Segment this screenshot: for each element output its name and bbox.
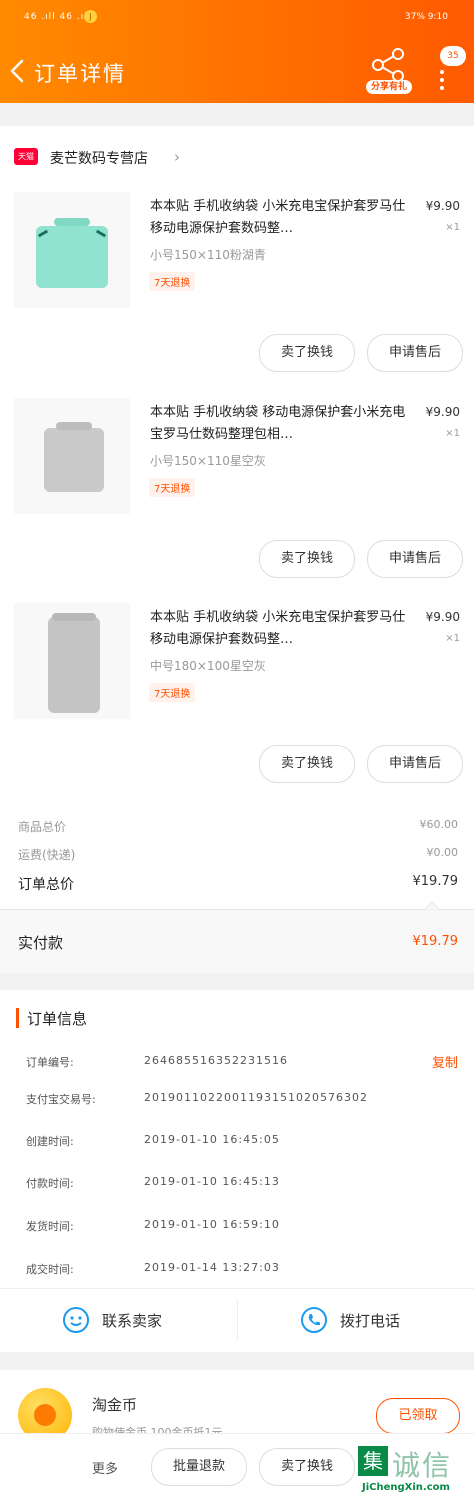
product-title[interactable]: 本本贴 手机收纳袋 小米充电宝保护套罗马仕移动电源保护套数码整… — [150, 196, 414, 240]
product-quantity: ×1 — [445, 222, 460, 233]
caret-up-icon — [424, 901, 440, 910]
message-badge: 35 — [440, 46, 466, 66]
paid-label: 实付款 — [18, 934, 64, 952]
phone-icon — [301, 1307, 327, 1333]
coin-title: 淘金币 — [92, 1396, 138, 1414]
info-key: 订单编号: — [26, 1056, 74, 1069]
contact-seller-label: 联系卖家 — [102, 1312, 163, 1330]
more-actions-button[interactable]: 更多 — [92, 1458, 118, 1477]
order-total-label: 订单总价 — [18, 877, 74, 893]
tmall-logo: 天猫 — [14, 148, 38, 165]
info-key: 创建时间: — [26, 1135, 74, 1148]
app-notification-icon: J — [84, 10, 97, 23]
product-image[interactable] — [14, 398, 130, 514]
call-phone-button[interactable]: 拨打电话 — [238, 1288, 474, 1352]
product-title[interactable]: 本本贴 手机收纳袋 移动电源保护套小米充电宝罗马仕数码整理包相… — [150, 402, 414, 446]
after-sales-button[interactable]: 申请售后 — [367, 334, 463, 372]
after-sales-button[interactable]: 申请售后 — [367, 540, 463, 578]
product-sku: 中号180×100星空灰 — [150, 659, 266, 673]
order-item: 本本贴 手机收纳袋 小米充电宝保护套罗马仕移动电源保护套数码整… 中号180×1… — [0, 603, 474, 808]
product-quantity: ×1 — [445, 428, 460, 439]
share-label: 分享有礼 — [366, 80, 412, 94]
product-price: ¥9.90 — [425, 199, 460, 213]
call-phone-label: 拨打电话 — [340, 1312, 401, 1330]
more-dots-icon — [440, 70, 444, 94]
share-icon — [372, 48, 404, 82]
contact-seller-button[interactable]: 联系卖家 — [0, 1288, 236, 1352]
chevron-right-icon: › — [174, 148, 180, 166]
watermark-text: 诚信 — [392, 1449, 453, 1482]
sell-button[interactable]: 卖了换钱 — [259, 540, 355, 578]
info-value: 2019-01-10 16:59:10 — [144, 1218, 280, 1231]
claimed-button[interactable]: 已领取 — [376, 1398, 460, 1434]
status-bar: 46 .ıll 46 .ıll J 37% 9:10 — [0, 0, 474, 38]
shipping-label: 运费(快递) — [18, 848, 76, 862]
copy-button[interactable]: 复制 — [432, 1052, 458, 1071]
product-quantity: ×1 — [445, 633, 460, 644]
info-key: 付款时间: — [26, 1177, 74, 1190]
goods-total-label: 商品总价 — [18, 820, 67, 834]
watermark: 集 诚信 JiChengXin.com — [358, 1440, 474, 1500]
order-total-row: 订单总价 ¥19.79 — [18, 874, 458, 894]
info-key: 成交时间: — [26, 1263, 74, 1276]
product-price: ¥9.90 — [425, 610, 460, 624]
order-item: 本本贴 手机收纳袋 移动电源保护套小米充电宝罗马仕数码整理包相… 小号150×1… — [0, 398, 474, 603]
sell-button[interactable]: 卖了换钱 — [259, 334, 355, 372]
sell-for-cash-button[interactable]: 卖了换钱 — [259, 1448, 355, 1486]
info-value: 2019-01-10 16:45:05 — [144, 1133, 280, 1146]
product-title[interactable]: 本本贴 手机收纳袋 小米充电宝保护套罗马仕移动电源保护套数码整… — [150, 607, 414, 651]
batch-refund-button[interactable]: 批量退款 — [151, 1448, 247, 1486]
more-menu-button[interactable]: 35 — [436, 46, 468, 90]
product-sku: 小号150×110粉湖青 — [150, 248, 266, 262]
header-bar: 46 .ıll 46 .ıll J 37% 9:10 订单详情 分享有礼 35 — [0, 0, 474, 103]
page-title: 订单详情 — [34, 62, 126, 86]
product-price: ¥9.90 — [425, 405, 460, 419]
shipping-value: ¥0.00 — [426, 846, 459, 859]
after-sales-button[interactable]: 申请售后 — [367, 745, 463, 783]
info-value: 2019-01-10 16:45:13 — [144, 1175, 280, 1188]
signal-indicator: 46 .ıll 46 .ıll — [24, 12, 92, 22]
watermark-logo: 集 — [358, 1446, 388, 1476]
return-policy-tag: 7天退换 — [149, 683, 196, 702]
goods-total-row: 商品总价 ¥60.00 — [18, 818, 458, 835]
order-total-value: ¥19.79 — [412, 874, 459, 889]
return-policy-tag: 7天退换 — [149, 478, 196, 497]
product-image[interactable] — [14, 192, 130, 308]
shipping-row: 运费(快递) ¥0.00 — [18, 846, 458, 863]
battery-time: 37% 9:10 — [404, 12, 448, 22]
order-info-heading: 订单信息 — [16, 1008, 87, 1028]
shop-name: 麦芒数码专营店 — [50, 151, 148, 167]
product-image[interactable] — [14, 603, 130, 719]
chat-smile-icon — [63, 1307, 89, 1333]
paid-value: ¥19.79 — [412, 934, 459, 949]
goods-total-value: ¥60.00 — [419, 818, 459, 831]
info-value: 264685516352231516 — [144, 1054, 288, 1067]
product-sku: 小号150×110星空灰 — [150, 454, 266, 468]
return-policy-tag: 7天退换 — [149, 272, 196, 291]
watermark-url: JiChengXin.com — [362, 1482, 450, 1493]
info-key: 发货时间: — [26, 1220, 74, 1233]
info-value: 2019-01-14 13:27:03 — [144, 1261, 280, 1274]
order-item: 本本贴 手机收纳袋 小米充电宝保护套罗马仕移动电源保护套数码整… 小号150×1… — [0, 192, 474, 397]
paid-amount-box: 实付款 ¥19.79 — [0, 901, 474, 973]
info-key: 支付宝交易号: — [26, 1093, 96, 1106]
info-value: 2019011022001193151020576302 — [144, 1091, 368, 1104]
share-button[interactable]: 分享有礼 — [366, 48, 412, 94]
back-arrow-icon[interactable] — [6, 58, 30, 84]
sell-button[interactable]: 卖了换钱 — [259, 745, 355, 783]
